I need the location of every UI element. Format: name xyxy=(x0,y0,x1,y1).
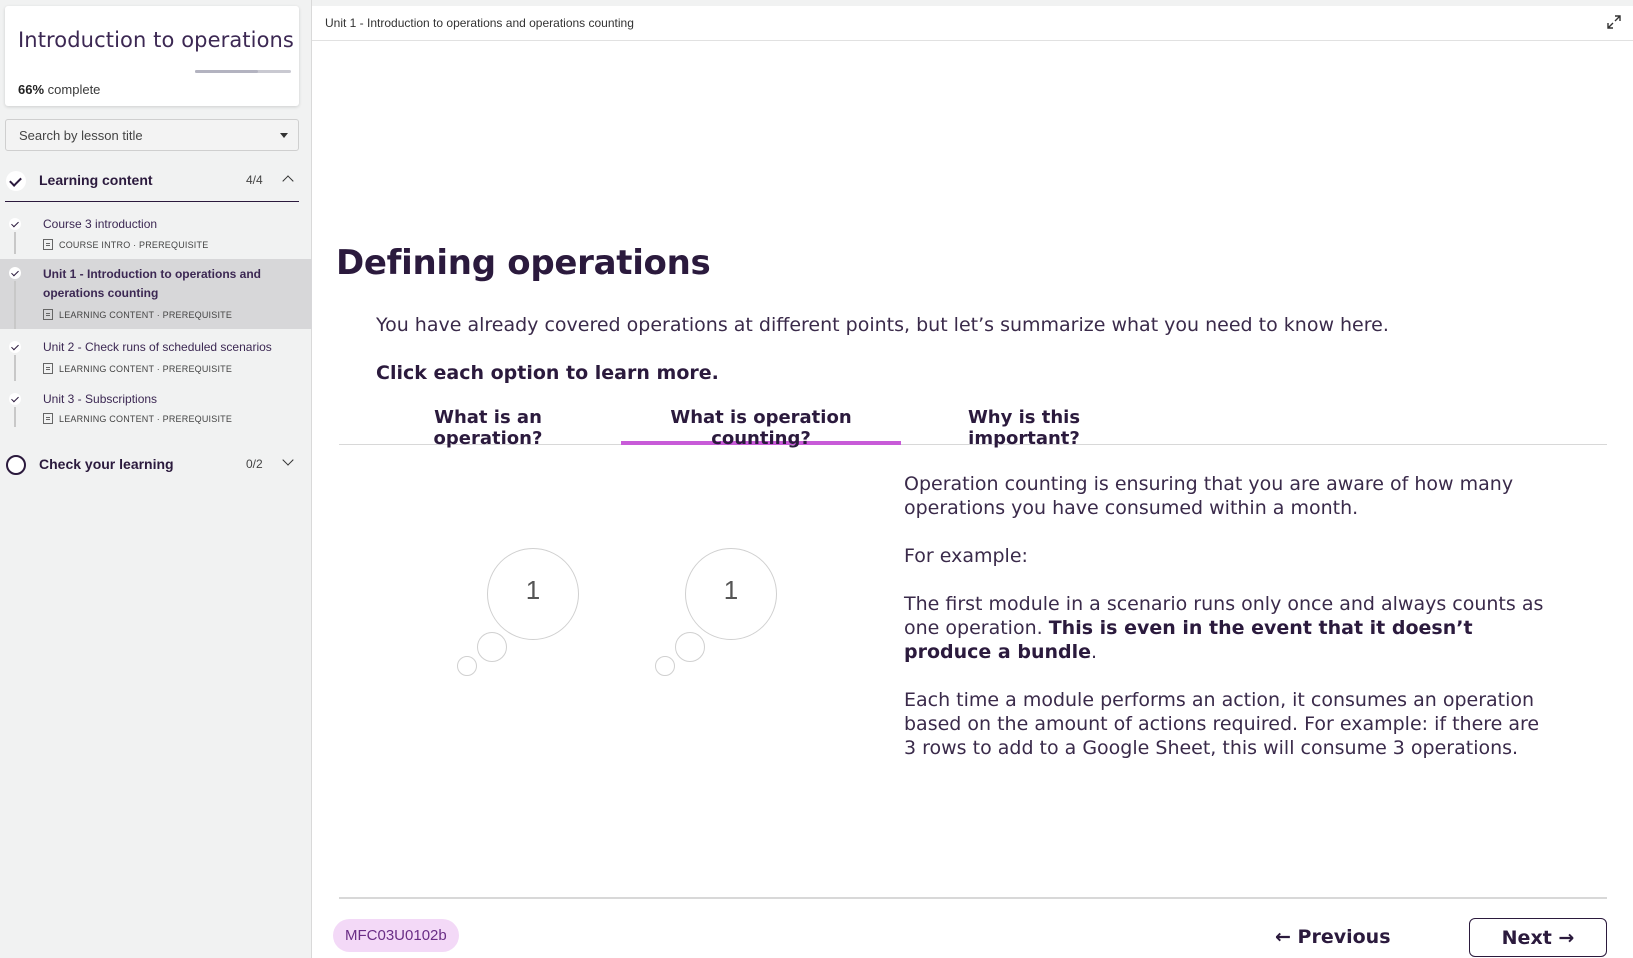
completion-percent: 66% xyxy=(18,82,45,97)
lesson-item-unit-1[interactable]: Unit 1 - Introduction to operations and … xyxy=(0,259,312,329)
document-icon xyxy=(43,413,53,424)
caret-down-icon xyxy=(280,133,288,138)
course-card: Introduction to operations 66% complete xyxy=(5,6,299,106)
lesson-check-icon xyxy=(9,393,21,405)
lesson-title: Unit 3 - Subscriptions xyxy=(43,392,158,406)
content-paragraph: Operation counting is ensuring that you … xyxy=(904,473,1514,519)
thought-bubble-dot xyxy=(675,632,705,662)
thought-bubble-dot xyxy=(655,656,675,676)
lesson-meta-text: LEARNING CONTENT · PREREQUISITE xyxy=(59,414,233,424)
thought-bubble-dot xyxy=(457,656,477,676)
lesson-content-panel: Unit 1 - Introduction to operations and … xyxy=(312,6,1633,958)
footer-divider xyxy=(339,897,1607,899)
instruction-text: Click each option to learn more. xyxy=(376,362,719,384)
lesson-check-icon xyxy=(9,267,21,279)
next-button[interactable]: Next → xyxy=(1469,918,1607,957)
thought-bubble: 1 xyxy=(487,548,579,640)
lesson-item-unit-3[interactable]: Unit 3 - Subscriptions LEARNING CONTENT … xyxy=(0,385,312,433)
content-paragraph: For example: xyxy=(904,545,1028,567)
document-icon xyxy=(43,363,53,374)
lesson-connector xyxy=(14,407,16,427)
bubble-number: 1 xyxy=(723,575,739,605)
thought-bubbles-illustration: 1 1 xyxy=(452,516,812,676)
content-paragraph: Each time a module performs an action, i… xyxy=(904,689,1540,759)
bubble-number: 1 xyxy=(525,575,541,605)
section-count: 0/2 xyxy=(246,457,263,471)
section-label: Check your learning xyxy=(39,456,174,472)
completion-text: 66% complete xyxy=(18,82,100,97)
tab-panel-content: Operation counting is ensuring that you … xyxy=(904,472,1544,784)
lesson-check-icon xyxy=(9,218,21,230)
lesson-meta-text: COURSE INTRO · PREREQUISITE xyxy=(59,240,209,250)
lesson-meta-text: LEARNING CONTENT · PREREQUISITE xyxy=(59,310,233,320)
check-icon xyxy=(6,171,26,191)
lesson-item-unit-2[interactable]: Unit 2 - Check runs of scheduled scenari… xyxy=(0,333,312,381)
lesson-search-placeholder: Search by lesson title xyxy=(19,128,143,143)
lesson-check-icon xyxy=(9,341,21,353)
content-paragraph: The first module in a scenario runs only… xyxy=(904,592,1544,664)
course-progress-fill xyxy=(195,70,259,73)
lesson-meta-text: LEARNING CONTENT · PREREQUISITE xyxy=(59,364,233,374)
tab-bar: What is an operation? What is operation … xyxy=(339,401,1607,449)
section-check-your-learning[interactable]: Check your learning 0/2 xyxy=(5,444,299,486)
expand-icon[interactable] xyxy=(1607,15,1621,29)
tab-what-is-an-operation[interactable]: What is an operation? xyxy=(384,401,592,449)
thought-bubble: 1 xyxy=(685,548,777,640)
chevron-up-icon[interactable] xyxy=(282,175,294,187)
lesson-meta: LEARNING CONTENT · PREREQUISITE xyxy=(43,413,232,424)
lesson-meta: COURSE INTRO · PREREQUISITE xyxy=(43,239,208,250)
chevron-down-icon[interactable] xyxy=(282,454,294,466)
document-icon xyxy=(43,239,53,250)
breadcrumb: Unit 1 - Introduction to operations and … xyxy=(325,16,634,30)
page-title: Defining operations xyxy=(336,243,711,283)
lesson-item-course-intro[interactable]: Course 3 introduction COURSE INTRO · PRE… xyxy=(0,210,312,254)
document-icon xyxy=(43,309,53,320)
lesson-title: Unit 1 - Introduction to operations and … xyxy=(43,267,261,300)
empty-circle-icon xyxy=(6,455,26,475)
thought-bubble-dot xyxy=(477,632,507,662)
lesson-title: Course 3 introduction xyxy=(43,217,158,231)
completion-suffix: complete xyxy=(47,82,101,97)
lesson-title: Unit 2 - Check runs of scheduled scenari… xyxy=(43,340,272,354)
intro-text: You have already covered operations at d… xyxy=(376,314,1389,336)
lesson-meta: LEARNING CONTENT · PREREQUISITE xyxy=(43,363,232,374)
content-text-end: . xyxy=(1091,641,1098,663)
section-learning-content[interactable]: Learning content 4/4 xyxy=(5,160,299,202)
section-count: 4/4 xyxy=(246,173,263,187)
lesson-topbar: Unit 1 - Introduction to operations and … xyxy=(312,6,1633,41)
course-progress-bar xyxy=(195,70,291,73)
sidebar: Introduction to operations 66% complete … xyxy=(0,0,312,958)
lesson-connector xyxy=(14,355,16,381)
previous-button[interactable]: ← Previous xyxy=(1275,920,1391,954)
lesson-meta: LEARNING CONTENT · PREREQUISITE xyxy=(43,309,232,320)
course-title: Introduction to operations xyxy=(18,28,294,52)
lesson-code-badge: MFC03U0102b xyxy=(333,919,459,952)
section-label: Learning content xyxy=(39,172,153,188)
tab-what-is-operation-counting[interactable]: What is operation counting? xyxy=(621,401,901,449)
lesson-connector xyxy=(14,232,16,254)
tab-why-is-this-important[interactable]: Why is this important? xyxy=(921,401,1127,449)
lesson-connector xyxy=(14,281,16,329)
lesson-search-select[interactable]: Search by lesson title xyxy=(5,119,299,151)
